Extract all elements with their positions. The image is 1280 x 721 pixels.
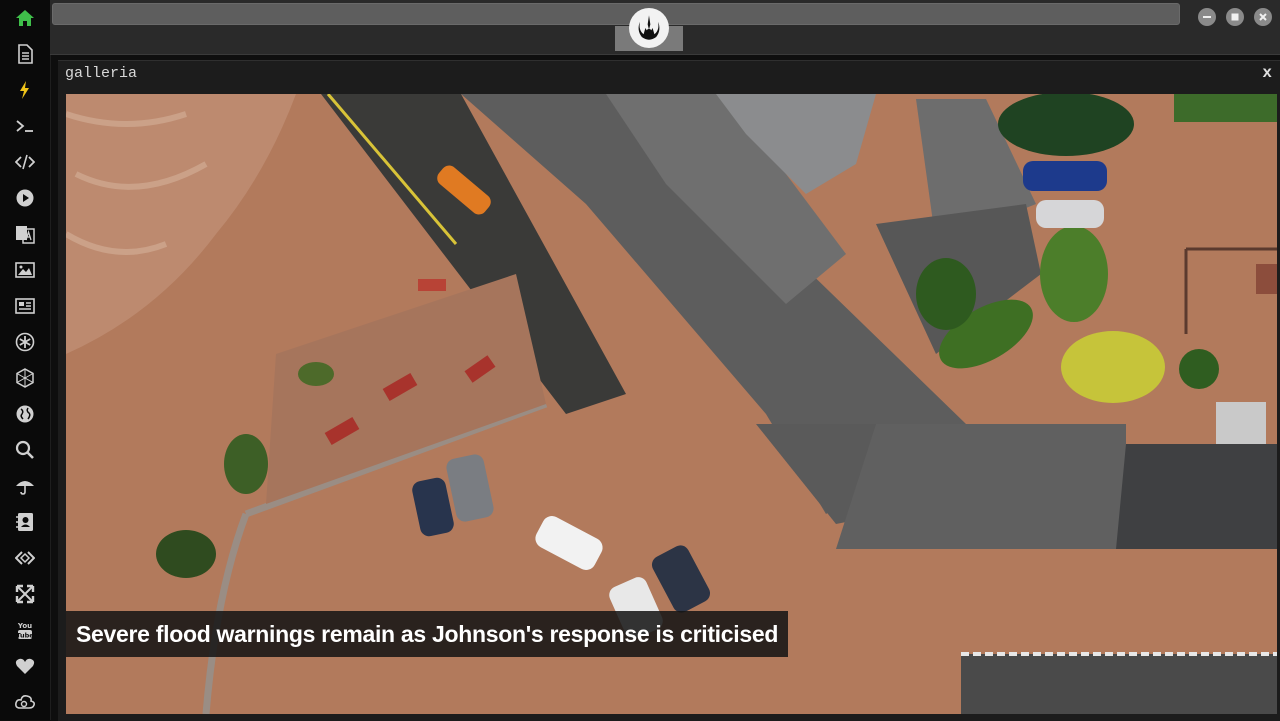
gallery-panel: galleria x Severe flood warnings remain … (58, 60, 1280, 721)
home-icon (16, 10, 34, 26)
sidebar-item-umbrella[interactable] (13, 474, 37, 498)
close-window-button[interactable] (1254, 8, 1272, 26)
minimize-icon (1203, 16, 1211, 18)
top-bar (50, 0, 1280, 55)
sidebar-item-play[interactable] (13, 186, 37, 210)
close-icon (1259, 13, 1267, 21)
sidebar-item-code[interactable] (13, 150, 37, 174)
document-icon (18, 44, 33, 64)
address-bar[interactable] (52, 3, 1180, 25)
rebel-alliance-icon[interactable] (629, 8, 669, 48)
minimize-button[interactable] (1198, 8, 1216, 26)
contact-card-icon (16, 513, 33, 531)
sidebar-item-cloud[interactable] (13, 690, 37, 714)
svg-text:You: You (17, 622, 32, 630)
gallery-caption: Severe flood warnings remain as Johnson'… (66, 611, 789, 657)
heart-icon (15, 658, 35, 674)
sidebar-item-youtube[interactable]: You Tube (13, 618, 37, 642)
cloud-icon (15, 695, 35, 709)
search-icon (15, 440, 34, 459)
sidebar-item-document[interactable] (13, 42, 37, 66)
maximize-icon (1231, 13, 1239, 21)
sidebar: You Tube (0, 0, 51, 720)
svg-text:Tube: Tube (16, 632, 34, 640)
embed-code-icon (15, 551, 35, 565)
newspaper-icon (15, 298, 35, 314)
sidebar-item-heart[interactable] (13, 654, 37, 678)
translate-icon (16, 226, 35, 244)
globe-icon (16, 405, 34, 423)
sidebar-item-image[interactable] (13, 258, 37, 282)
sidebar-item-terminal[interactable] (13, 114, 37, 138)
panel-title: galleria (65, 65, 138, 82)
panel-close-button[interactable]: x (1262, 64, 1272, 82)
youtube-icon: You Tube (16, 622, 34, 640)
image-icon (15, 262, 35, 278)
sidebar-item-home[interactable] (13, 6, 37, 30)
lightning-icon (20, 81, 29, 99)
sidebar-item-contact[interactable] (13, 510, 37, 534)
sidebar-item-embed[interactable] (13, 546, 37, 570)
gallery-image[interactable]: Severe flood warnings remain as Johnson'… (66, 94, 1277, 714)
umbrella-icon (16, 481, 34, 495)
sidebar-item-search[interactable] (13, 438, 37, 462)
maximize-button[interactable] (1226, 8, 1244, 26)
play-icon (16, 189, 34, 207)
sidebar-item-hexagon[interactable] (13, 366, 37, 390)
sidebar-item-news[interactable] (13, 294, 37, 318)
sidebar-item-asterisk[interactable] (13, 330, 37, 354)
sidebar-item-expand[interactable] (13, 582, 37, 606)
expand-icon (15, 584, 35, 604)
hexagon-icon (16, 368, 34, 388)
terminal-icon (16, 120, 33, 132)
sidebar-item-translate[interactable] (13, 222, 37, 246)
asterisk-icon (15, 332, 35, 352)
code-icon (15, 154, 35, 170)
sidebar-item-lightning[interactable] (13, 78, 37, 102)
sidebar-item-globe[interactable] (13, 402, 37, 426)
